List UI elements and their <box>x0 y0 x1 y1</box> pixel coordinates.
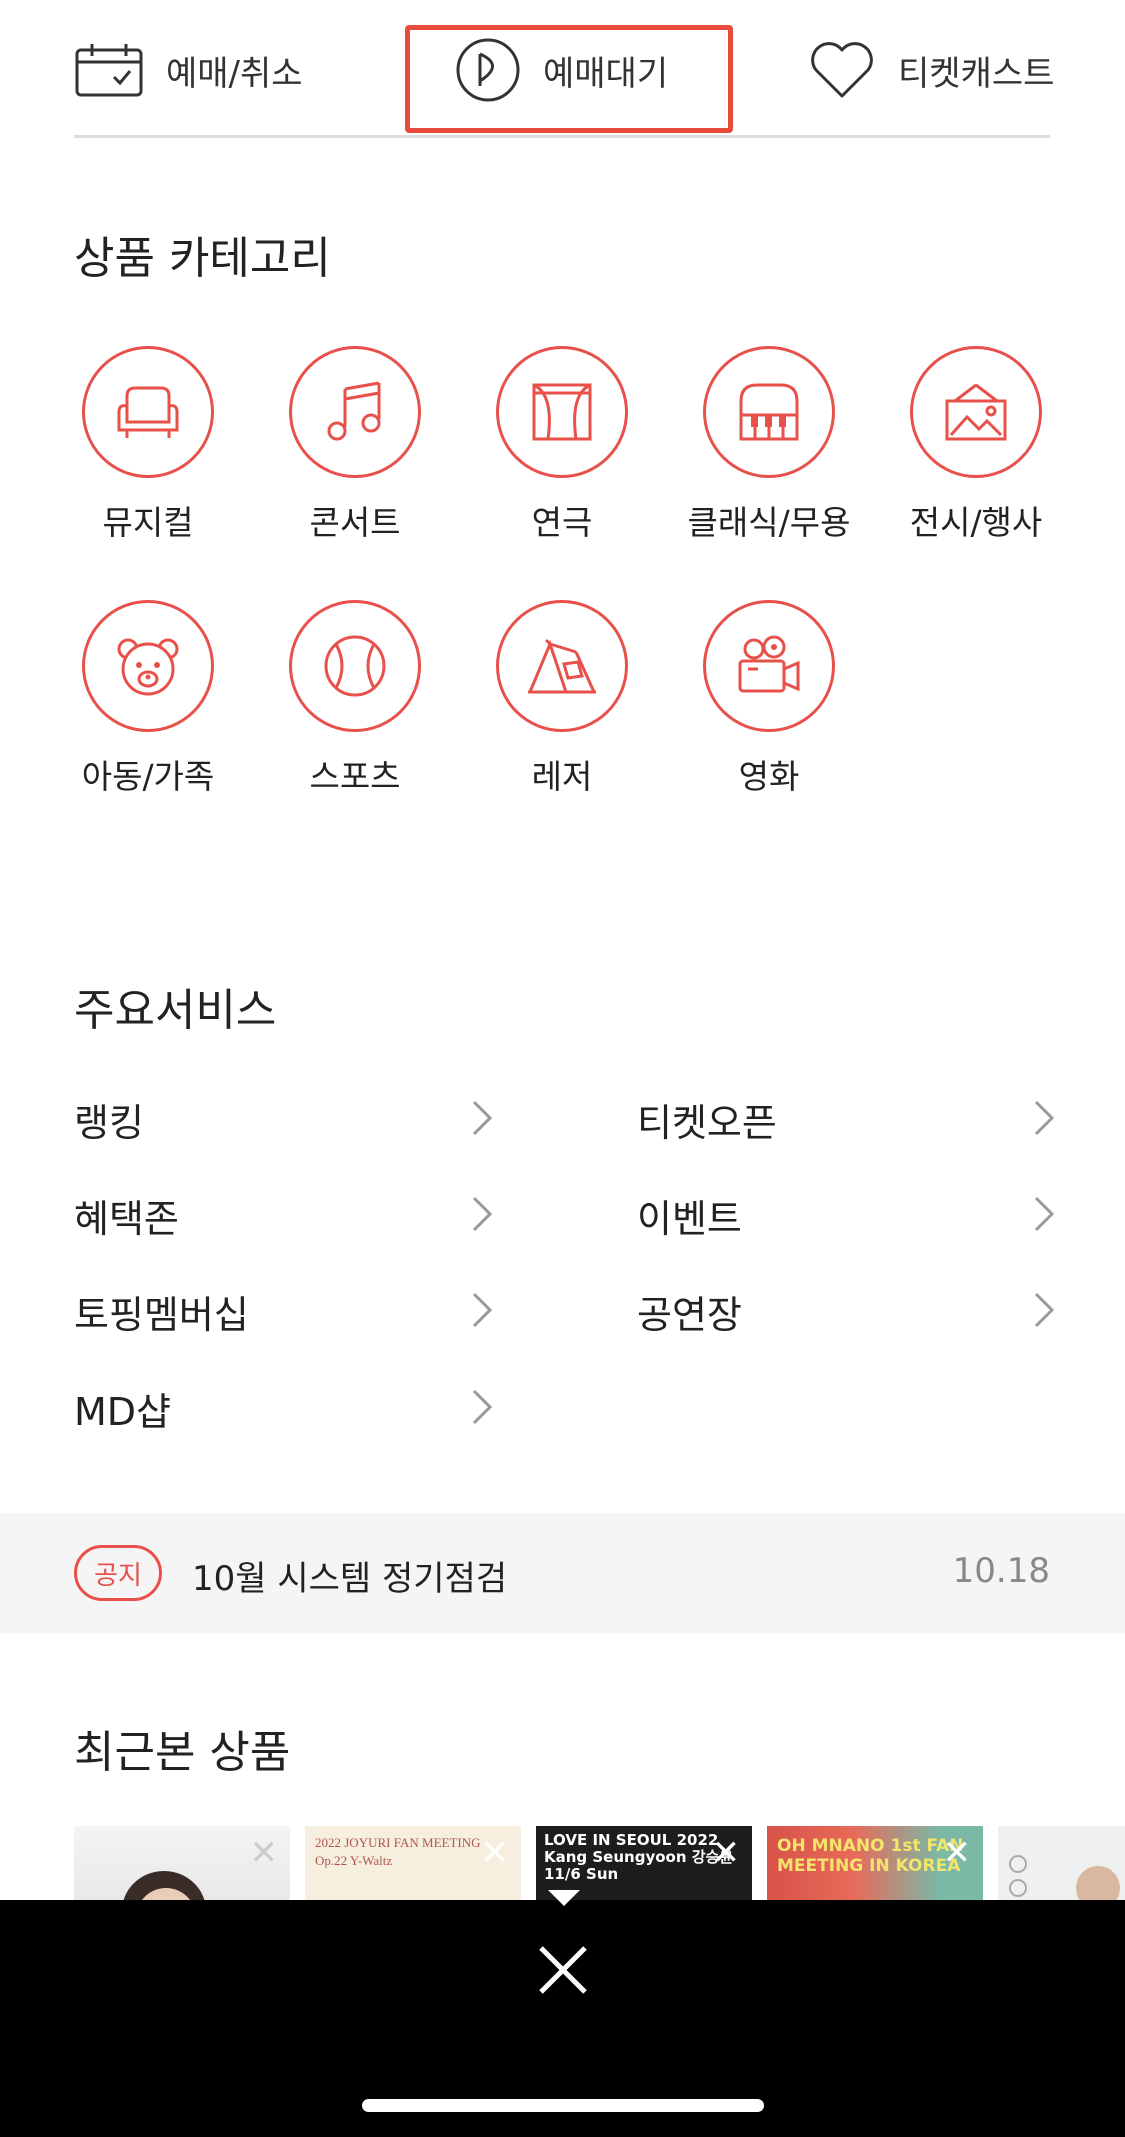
ticketcast-label: 티켓캐스트 <box>898 53 1055 94</box>
armchair-icon <box>117 386 179 438</box>
home-indicator[interactable] <box>362 2099 764 2112</box>
service-md-shop[interactable]: MD샵 <box>74 1381 171 1436</box>
top-divider <box>74 135 1050 138</box>
notice-date: 10.18 <box>952 1551 1050 1591</box>
close-icon[interactable]: ✕ <box>943 1836 972 1870</box>
category-theater[interactable]: 연극 <box>462 346 662 544</box>
tent-icon <box>528 638 596 694</box>
reserve-cancel-label: 예매/취소 <box>166 53 303 94</box>
chevron-right-icon[interactable] <box>1030 1194 1058 1234</box>
ticketcast-button[interactable]: 티켓캐스트 <box>808 30 1054 110</box>
category-label: 영화 <box>738 757 800 796</box>
category-label: 전시/행사 <box>909 503 1043 542</box>
service-venue[interactable]: 공연장 <box>637 1284 742 1339</box>
category-label: 레저 <box>531 757 593 796</box>
recent-thumbnail[interactable] <box>998 1826 1125 1901</box>
category-leisure[interactable]: 레저 <box>462 600 662 798</box>
category-exhibition[interactable]: 전시/행사 <box>876 346 1076 544</box>
services-section-title: 주요서비스 <box>74 985 277 1036</box>
chevron-right-icon[interactable] <box>468 1194 496 1234</box>
service-benefit-zone[interactable]: 혜택존 <box>74 1188 179 1243</box>
notice-banner[interactable]: 공지 10월 시스템 정기점검 10.18 <box>0 1513 1125 1633</box>
close-icon[interactable]: ✕ <box>712 1836 741 1870</box>
overlay-notch <box>548 1890 580 1906</box>
service-ranking[interactable]: 랭킹 <box>74 1092 144 1147</box>
piano-icon <box>739 383 799 441</box>
category-classic[interactable]: 클래식/무용 <box>669 346 869 544</box>
portrait-image <box>1009 1855 1120 1901</box>
category-kids-family[interactable]: 아동/가족 <box>48 600 248 798</box>
heart-icon <box>811 42 873 98</box>
notice-text: 10월 시스템 정기점검 <box>192 1559 508 1599</box>
category-label: 연극 <box>531 503 593 542</box>
chevron-right-icon[interactable] <box>468 1098 496 1138</box>
recent-thumbnail-strip: ✕ 2022 JOYURI FAN MEETING Op.22 Y-Waltz … <box>74 1826 1125 1901</box>
picture-frame-icon <box>945 383 1007 441</box>
ball-icon <box>324 635 386 697</box>
recent-thumbnail[interactable]: ✕ <box>74 1826 290 1901</box>
selection-highlight <box>405 25 733 133</box>
top-shortcut-bar: 예매/취소 예매대기 티켓캐스트 <box>0 0 1125 140</box>
category-label: 스포츠 <box>309 757 401 796</box>
recent-section-title: 최근본 상품 <box>74 1727 291 1778</box>
recent-thumbnail[interactable]: OH MNANO 1st FAN MEETING IN KOREA ✕ <box>767 1826 983 1901</box>
service-event[interactable]: 이벤트 <box>637 1188 742 1243</box>
category-movie[interactable]: 영화 <box>669 600 869 798</box>
category-label: 클래식/무용 <box>687 503 851 542</box>
category-label: 뮤지컬 <box>102 503 194 542</box>
teddy-bear-icon <box>117 638 179 696</box>
category-concert[interactable]: 콘서트 <box>255 346 455 544</box>
movie-camera-icon <box>738 635 800 693</box>
chevron-right-icon[interactable] <box>468 1290 496 1330</box>
recent-thumbnail[interactable]: 2022 JOYURI FAN MEETING Op.22 Y-Waltz ✕ <box>305 1826 521 1901</box>
notice-badge: 공지 <box>74 1545 162 1601</box>
reserve-cancel-button[interactable]: 예매/취소 <box>74 30 303 110</box>
service-ticket-open[interactable]: 티켓오픈 <box>637 1092 777 1147</box>
category-section-title: 상품 카테고리 <box>74 233 331 284</box>
category-sports[interactable]: 스포츠 <box>255 600 455 798</box>
service-topping-membership[interactable]: 토핑멤버십 <box>74 1284 249 1339</box>
close-icon[interactable]: ✕ <box>250 1836 279 1870</box>
close-icon[interactable]: ✕ <box>481 1836 510 1870</box>
chevron-right-icon[interactable] <box>1030 1098 1058 1138</box>
theater-curtain-icon <box>532 383 592 441</box>
calendar-check-icon <box>75 44 143 97</box>
music-note-icon <box>327 381 381 441</box>
chevron-right-icon[interactable] <box>1030 1290 1058 1330</box>
category-label: 콘서트 <box>309 503 401 542</box>
chevron-right-icon[interactable] <box>468 1387 496 1427</box>
close-icon[interactable] <box>535 1942 591 1998</box>
category-label: 아동/가족 <box>81 757 215 796</box>
category-musical[interactable]: 뮤지컬 <box>48 346 248 544</box>
